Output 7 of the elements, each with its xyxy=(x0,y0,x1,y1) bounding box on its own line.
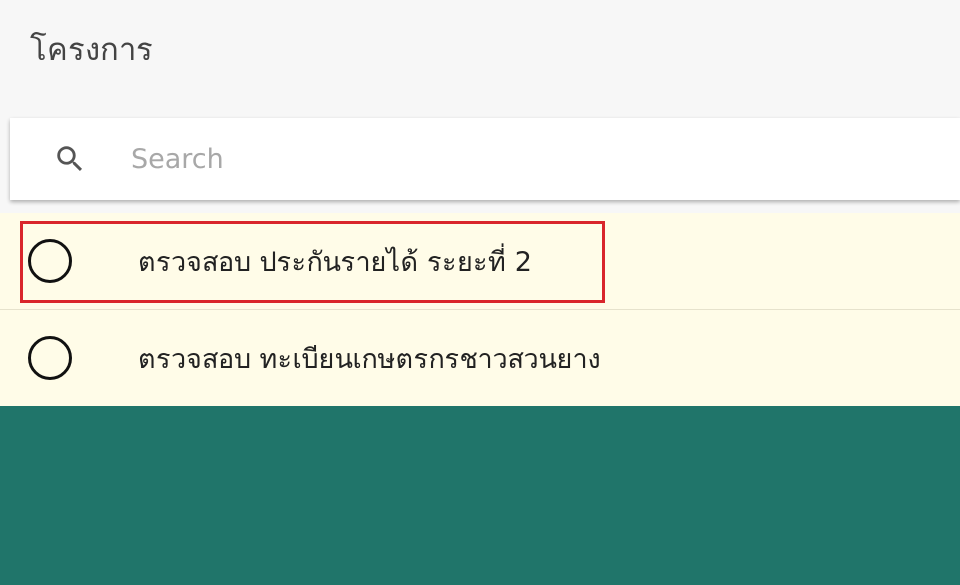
page-title: โครงการ xyxy=(30,31,153,70)
radio-button[interactable] xyxy=(28,336,72,380)
radio-button[interactable] xyxy=(28,239,72,283)
project-label: ตรวจสอบ ทะเบียนเกษตรกรชาวสวนยาง xyxy=(138,342,601,376)
project-label: ตรวจสอบ ประกันรายได้ ระยะที่ 2 xyxy=(138,240,532,282)
search-bar[interactable]: Search xyxy=(10,118,960,200)
search-field[interactable]: Search xyxy=(129,133,960,185)
